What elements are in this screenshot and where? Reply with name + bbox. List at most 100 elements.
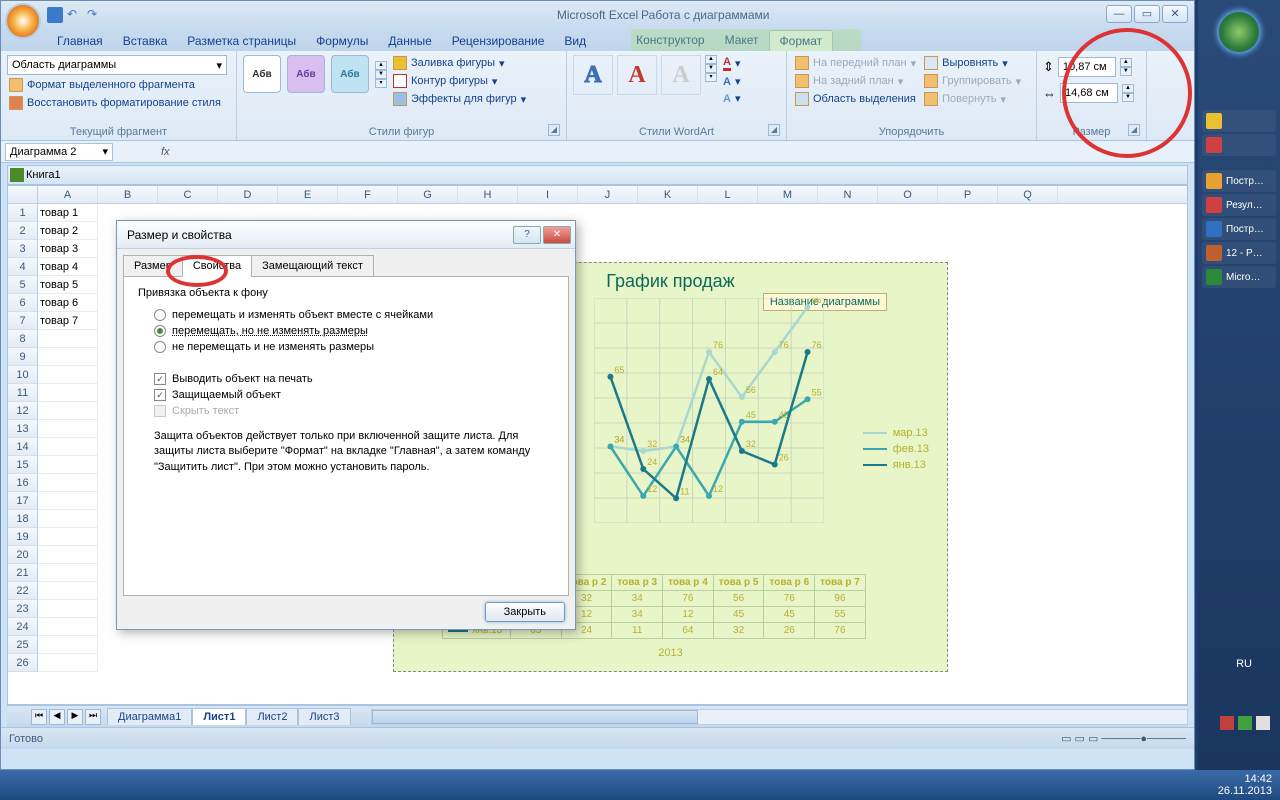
cell[interactable]: товар 7 (38, 312, 98, 330)
taskbar-item[interactable]: Постр… (1202, 218, 1276, 240)
text-effects-button[interactable]: A ▾ (721, 91, 742, 106)
cell[interactable] (38, 636, 98, 654)
column-header[interactable]: K (638, 186, 698, 203)
cell[interactable] (38, 528, 98, 546)
fx-icon[interactable]: fx (161, 146, 170, 158)
column-header[interactable]: Q (998, 186, 1058, 203)
zoom-controls[interactable]: ▭ ▭ ▭ ─────●───── (1061, 732, 1186, 745)
cell[interactable]: товар 5 (38, 276, 98, 294)
column-header[interactable]: O (878, 186, 938, 203)
tab-layout[interactable]: Разметка страницы (177, 31, 306, 51)
clock[interactable]: 14:42 26.11.2013 (1218, 773, 1272, 797)
row-header[interactable]: 21 (8, 564, 38, 582)
row-header[interactable]: 14 (8, 438, 38, 456)
wordart-style-1[interactable]: A (573, 55, 613, 95)
shape-outline-button[interactable]: Контур фигуры ▾ (391, 73, 528, 89)
cell[interactable]: товар 4 (38, 258, 98, 276)
sheet-tab[interactable]: Лист1 (192, 708, 246, 725)
chart-element-selector[interactable]: Область диаграммы▾ (7, 55, 227, 75)
height-input[interactable] (1058, 57, 1116, 77)
cell[interactable] (38, 618, 98, 636)
column-header[interactable]: E (278, 186, 338, 203)
cell[interactable] (38, 492, 98, 510)
cell[interactable]: товар 6 (38, 294, 98, 312)
row-header[interactable]: 12 (8, 402, 38, 420)
style-gallery-down[interactable]: ▼ (375, 70, 387, 79)
sheet-tab[interactable]: Лист3 (298, 708, 350, 725)
row-header[interactable]: 6 (8, 294, 38, 312)
row-header[interactable]: 11 (8, 384, 38, 402)
dialog-launcher-icon[interactable]: ◢ (768, 124, 780, 136)
plot-area[interactable]: 3432347656769634123412454555652411643226… (594, 298, 824, 523)
wordart-style-3[interactable]: A (661, 55, 701, 95)
cell[interactable] (38, 456, 98, 474)
close-button[interactable]: ✕ (1162, 5, 1188, 23)
row-header[interactable]: 7 (8, 312, 38, 330)
sheet-tab[interactable]: Диаграмма1 (107, 708, 192, 725)
row-header[interactable]: 10 (8, 366, 38, 384)
shape-effects-button[interactable]: Эффекты для фигур ▾ (391, 91, 528, 107)
shape-fill-button[interactable]: Заливка фигуры ▾ (391, 55, 528, 71)
taskbar-item[interactable] (1202, 134, 1276, 156)
column-header[interactable]: B (98, 186, 158, 203)
tab-data[interactable]: Данные (378, 31, 441, 51)
row-header[interactable]: 3 (8, 240, 38, 258)
taskbar-item[interactable]: 12 - P… (1202, 242, 1276, 264)
scroll-thumb[interactable] (372, 710, 698, 724)
row-header[interactable]: 17 (8, 492, 38, 510)
tab-view[interactable]: Вид (554, 31, 596, 51)
dialog-tab-size[interactable]: Размер (123, 255, 183, 277)
text-outline-button[interactable]: A ▾ (721, 74, 742, 89)
radio-move-only[interactable]: перемещать, но не изменять размеры (154, 325, 554, 337)
column-header[interactable]: I (518, 186, 578, 203)
undo-icon[interactable]: ↶ (67, 7, 83, 23)
column-header[interactable]: M (758, 186, 818, 203)
dialog-help-button[interactable]: ? (513, 226, 541, 244)
wa-up[interactable]: ▲ (705, 55, 717, 64)
wordart-style-2[interactable]: A (617, 55, 657, 95)
row-header[interactable]: 20 (8, 546, 38, 564)
dialog-close-button[interactable]: ✕ (543, 226, 571, 244)
dialog-tab-alttext[interactable]: Замещающий текст (251, 255, 374, 277)
taskbar-item[interactable]: Постр… (1202, 170, 1276, 192)
sheet-nav-first[interactable]: ⏮ (31, 709, 47, 725)
column-header[interactable]: L (698, 186, 758, 203)
dialog-titlebar[interactable]: Размер и свойства ? ✕ (117, 221, 575, 249)
column-header[interactable]: P (938, 186, 998, 203)
column-header[interactable]: J (578, 186, 638, 203)
name-box[interactable]: Диаграмма 2▾ (5, 143, 113, 161)
column-header[interactable]: F (338, 186, 398, 203)
check-protect[interactable]: Защищаемый объект (154, 389, 554, 401)
sheet-tab[interactable]: Лист2 (246, 708, 298, 725)
row-header[interactable]: 5 (8, 276, 38, 294)
dialog-tab-properties[interactable]: Свойства (182, 255, 252, 277)
cell[interactable] (38, 402, 98, 420)
cell[interactable] (38, 366, 98, 384)
legend-item[interactable]: мар.13 (863, 427, 929, 439)
radio-no-move[interactable]: не перемещать и не изменять размеры (154, 341, 554, 353)
chart-legend[interactable]: мар.13фев.13янв.13 (863, 423, 929, 475)
cell[interactable] (38, 420, 98, 438)
tab-insert[interactable]: Вставка (113, 31, 178, 51)
cell[interactable] (38, 654, 98, 672)
row-header[interactable]: 19 (8, 528, 38, 546)
width-input[interactable] (1060, 83, 1118, 103)
tab-formulas[interactable]: Формулы (306, 31, 378, 51)
legend-item[interactable]: янв.13 (863, 459, 929, 471)
maximize-button[interactable]: ▭ (1134, 5, 1160, 23)
save-icon[interactable] (47, 7, 63, 23)
row-header[interactable]: 22 (8, 582, 38, 600)
cell[interactable] (38, 474, 98, 492)
wa-down[interactable]: ▼ (705, 64, 717, 73)
check-print[interactable]: Выводить объект на печать (154, 373, 554, 385)
tab-home[interactable]: Главная (47, 31, 113, 51)
width-down[interactable]: ▼ (1122, 93, 1134, 102)
minimize-button[interactable]: — (1106, 5, 1132, 23)
selection-pane-button[interactable]: Область выделения (793, 91, 918, 107)
taskbar-item[interactable] (1202, 110, 1276, 132)
redo-icon[interactable]: ↷ (87, 7, 103, 23)
cell[interactable] (38, 564, 98, 582)
cell[interactable] (38, 600, 98, 618)
column-header[interactable]: A (38, 186, 98, 203)
sheet-nav-prev[interactable]: ◀ (49, 709, 65, 725)
